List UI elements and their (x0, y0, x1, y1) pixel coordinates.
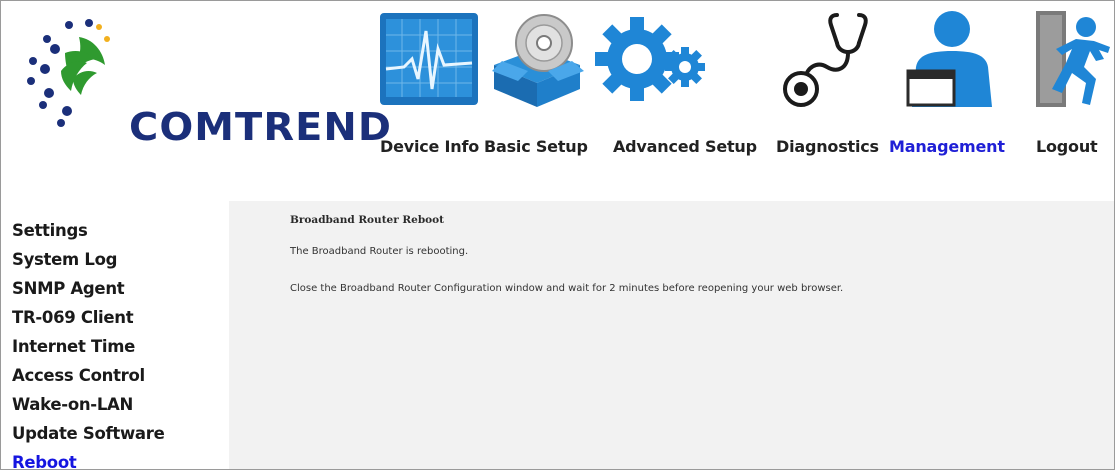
nav-management[interactable]: Management (889, 137, 1005, 156)
logout-running-man-icon[interactable] (1032, 9, 1114, 109)
sidebar-item-snmp-agent[interactable]: SNMP Agent (12, 279, 125, 298)
nav-basic-setup[interactable]: Basic Setup (484, 137, 588, 156)
sidebar-item-tr069-client[interactable]: TR-069 Client (12, 308, 134, 327)
nav-logout[interactable]: Logout (1036, 137, 1098, 156)
diagnostics-stethoscope-icon[interactable] (777, 9, 873, 109)
comtrend-logo: COMTREND (17, 19, 391, 169)
sidebar-item-access-control[interactable]: Access Control (12, 366, 145, 385)
nav-diagnostics[interactable]: Diagnostics (776, 137, 879, 156)
sidebar-menu: Settings System Log SNMP Agent TR-069 Cl… (1, 201, 229, 469)
reboot-status-text: The Broadband Router is rebooting. (290, 246, 469, 257)
nav-advanced-setup[interactable]: Advanced Setup (613, 137, 757, 156)
browser-page: COMTREND Device Info Basic Setup Advance… (0, 0, 1115, 470)
sidebar-item-settings[interactable]: Settings (12, 221, 88, 240)
basic-setup-box-disc-icon[interactable] (488, 9, 586, 109)
advanced-setup-gears-icon[interactable] (593, 9, 707, 109)
sidebar-item-update-software[interactable]: Update Software (12, 424, 165, 443)
sidebar-item-reboot[interactable]: Reboot (12, 453, 77, 469)
brand-name: COMTREND (129, 105, 393, 149)
sidebar-item-internet-time[interactable]: Internet Time (12, 337, 135, 356)
sidebar-item-wake-on-lan[interactable]: Wake-on-LAN (12, 395, 133, 414)
sidebar-item-system-log[interactable]: System Log (12, 250, 117, 269)
main-content: Broadband Router Reboot The Broadband Ro… (229, 201, 1114, 469)
comtrend-sunburst-icon (27, 19, 110, 127)
header: COMTREND Device Info Basic Setup Advance… (1, 1, 1114, 201)
device-info-monitor-icon[interactable] (378, 9, 482, 109)
page-title: Broadband Router Reboot (290, 214, 445, 226)
nav-device-info[interactable]: Device Info (380, 137, 479, 156)
management-person-icon[interactable] (906, 9, 996, 109)
reboot-instructions-text: Close the Broadband Router Configuration… (290, 283, 844, 294)
